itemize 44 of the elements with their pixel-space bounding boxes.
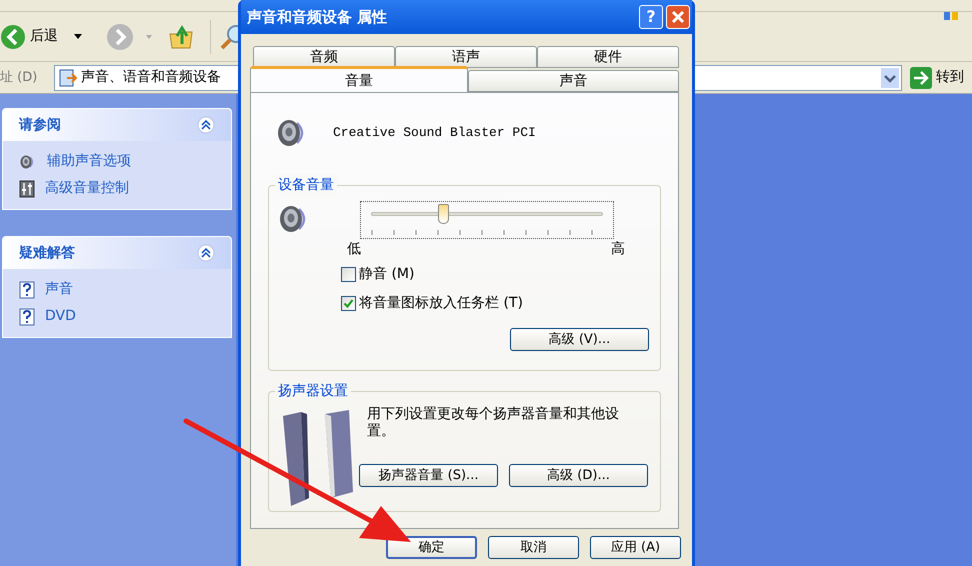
help-page-icon: [19, 280, 35, 298]
dialog-button[interactable]: 高级 (D)...: [509, 464, 648, 487]
dialog-button[interactable]: 取消: [488, 536, 579, 559]
task-link[interactable]: 辅助声音选项: [47, 151, 131, 172]
window-title: 声音和音频设备 属性: [247, 6, 388, 28]
help-page-icon: [19, 308, 35, 326]
dialog-button[interactable]: 高级 (V)...: [510, 328, 649, 351]
task-link[interactable]: 声音: [45, 279, 73, 300]
high-label: 高: [611, 240, 625, 259]
back-label[interactable]: 后退: [30, 26, 58, 47]
address-text: 声音、语音和音频设备: [81, 68, 221, 87]
dialog-button[interactable]: 确定: [386, 536, 477, 559]
low-label: 低: [347, 240, 361, 259]
dialog-button[interactable]: 扬声器音量 (S)...: [359, 464, 498, 487]
tab[interactable]: 硬件: [537, 46, 679, 68]
tab[interactable]: 语声: [395, 46, 537, 68]
panel-header[interactable]: 疑难解答: [3, 237, 231, 269]
tab[interactable]: 音量: [250, 66, 468, 92]
volume-slider[interactable]: [360, 201, 614, 239]
folder-up-icon[interactable]: [168, 24, 194, 50]
slider-thumb[interactable]: [438, 204, 450, 224]
panel-title: 疑难解答: [19, 244, 75, 262]
description-text: 用下列设置更改每个扬声器音量和其他设置。: [367, 406, 620, 440]
panel-header[interactable]: 请参阅: [3, 109, 231, 141]
tab[interactable]: 声音: [468, 70, 679, 92]
address-label: 址 (D): [0, 68, 38, 87]
collapse-chevron-icon[interactable]: [197, 116, 215, 134]
collapse-chevron-icon[interactable]: [197, 244, 215, 262]
checkbox[interactable]: [341, 296, 356, 311]
device-name: Creative Sound Blaster PCI: [333, 124, 536, 142]
tab[interactable]: 音频: [253, 46, 395, 68]
checkbox[interactable]: [341, 267, 356, 282]
caret-icon[interactable]: [74, 34, 82, 40]
panel-title: 请参阅: [19, 116, 61, 134]
task-link[interactable]: DVD: [45, 306, 76, 327]
checkbox-label[interactable]: 静音 (M): [359, 264, 414, 285]
help-button[interactable]: ?: [639, 5, 663, 29]
slider-panel-icon: [19, 180, 35, 198]
checkbox-label[interactable]: 将音量图标放入任务栏 (T): [359, 293, 523, 314]
task-link[interactable]: 高级音量控制: [45, 178, 129, 199]
close-icon[interactable]: [666, 5, 690, 29]
checkmark-icon: [343, 298, 354, 309]
dialog-button[interactable]: 应用 (A): [590, 536, 681, 559]
go-label[interactable]: 转到: [936, 67, 964, 88]
